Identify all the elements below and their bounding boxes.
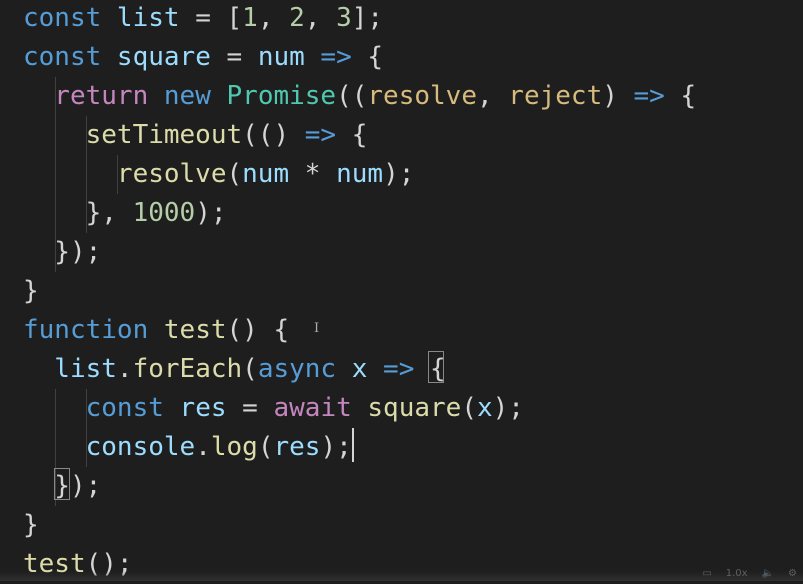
code-line[interactable]: }); [23, 233, 101, 272]
code-token: ); [383, 159, 415, 189]
code-token: ( [257, 432, 274, 462]
code-token: console [23, 432, 196, 462]
code-line[interactable]: const res = await square(x); [23, 389, 524, 428]
code-token: new [163, 81, 227, 111]
code-token: x [351, 354, 368, 384]
code-token: * [289, 159, 337, 189]
code-token: ); [492, 393, 524, 423]
code-line[interactable]: return new Promise((resolve, reject) => … [23, 77, 696, 116]
code-token: ( [461, 393, 477, 423]
code-token: list [116, 3, 180, 33]
video-progress-bar[interactable] [0, 571, 803, 581]
code-token: res [179, 393, 227, 423]
code-token: 1 [242, 3, 258, 33]
code-token: forEach [132, 354, 243, 384]
code-token: { [351, 120, 368, 150]
code-token: { [367, 42, 384, 72]
code-token: ); [195, 198, 227, 228]
code-token: ) [602, 81, 634, 111]
code-token: , [476, 81, 509, 111]
code-token: square [367, 393, 462, 423]
video-player-controls: ▭ 1.0x 🔈 ⚙ [702, 568, 797, 579]
code-token: }, [23, 198, 133, 228]
code-token: square [116, 42, 211, 72]
code-line[interactable]: const list = [1, 2, 3]; [23, 0, 383, 38]
matching-bracket-close [54, 468, 70, 500]
code-token: async [257, 354, 352, 384]
code-token: , [257, 3, 290, 33]
code-token: res [273, 432, 321, 462]
code-line[interactable]: console.log(res); [23, 428, 352, 467]
code-token: . [116, 354, 133, 384]
code-token: ); [320, 432, 352, 462]
code-token: => [367, 354, 431, 384]
code-line[interactable]: } [23, 506, 39, 545]
code-token: function [23, 315, 164, 345]
code-token: } [23, 276, 39, 306]
code-token: } [23, 510, 39, 540]
code-line[interactable]: setTimeout(() => { [23, 116, 368, 155]
code-line[interactable]: }, 1000); [23, 194, 227, 233]
code-token: reject [508, 81, 603, 111]
code-line[interactable]: const square = num => { [23, 38, 383, 77]
code-token: list [23, 354, 117, 384]
code-token: const [23, 393, 180, 423]
code-token: => [633, 81, 681, 111]
code-token: num [257, 42, 305, 72]
code-token: setTimeout [23, 120, 243, 150]
code-token: (( [336, 81, 368, 111]
code-token: 2 [289, 3, 305, 33]
code-token: = [210, 42, 258, 72]
code-token: ( [242, 354, 258, 384]
code-token: , [304, 3, 337, 33]
code-token: (() [242, 120, 305, 150]
mouse-ibeam-icon: I [314, 321, 320, 336]
code-token: const [23, 3, 117, 33]
code-token: num [242, 159, 290, 189]
code-token: => [304, 120, 352, 150]
code-token: test [163, 315, 227, 345]
code-token: ]; [351, 3, 384, 33]
code-token: = [ [179, 3, 243, 33]
code-token: resolve [23, 159, 227, 189]
settings-icon[interactable]: ⚙ [788, 568, 797, 579]
code-token: Promise [226, 81, 337, 111]
text-cursor [352, 428, 354, 462]
code-token: { [680, 81, 697, 111]
speed-label[interactable]: 1.0x [726, 568, 748, 579]
code-token: resolve [367, 81, 477, 111]
code-token: return [23, 81, 164, 111]
code-token: 1000 [132, 198, 196, 228]
code-editor[interactable]: const list = [1, 2, 3]; const square = nu… [0, 0, 803, 581]
subtitles-icon[interactable]: ▭ [702, 568, 711, 579]
code-token: num [336, 159, 384, 189]
code-line[interactable]: function test() { [23, 311, 289, 350]
code-token: ( [226, 159, 243, 189]
code-line[interactable]: list.forEach(async x => { [23, 350, 445, 389]
code-token: () { [226, 315, 290, 345]
code-token: = [226, 393, 274, 423]
matching-bracket-open [428, 351, 444, 383]
code-token: }); [23, 237, 102, 267]
code-token: const [23, 42, 117, 72]
volume-icon[interactable]: 🔈 [762, 568, 774, 579]
code-token: . [195, 432, 211, 462]
code-line[interactable]: } [23, 272, 39, 311]
code-token: 3 [336, 3, 352, 33]
code-token: => [304, 42, 368, 72]
code-token: x [476, 393, 493, 423]
code-token: log [210, 432, 258, 462]
code-line[interactable]: resolve(num * num); [23, 155, 414, 194]
code-token: await [273, 393, 368, 423]
